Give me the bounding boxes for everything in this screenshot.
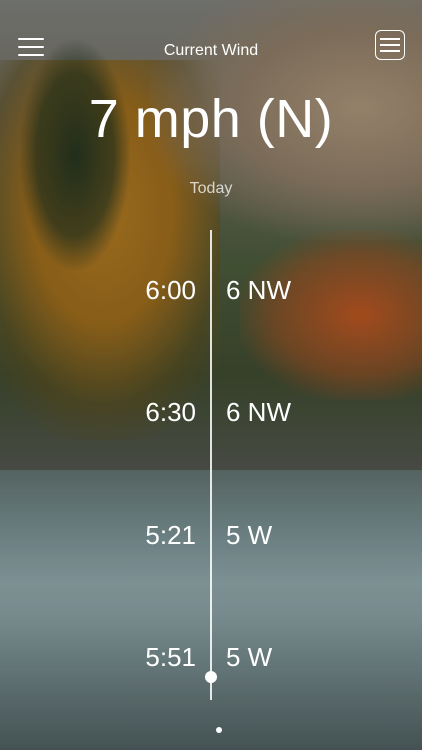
reading-wind: 5 W [226,642,273,672]
reading-time: 6:00 [145,275,196,305]
timeline-slider-handle[interactable] [205,671,217,683]
reading-time: 5:21 [145,520,196,550]
reading-wind: 6 NW [226,275,291,305]
list-icon[interactable] [375,30,405,60]
reading-wind: 5 W [226,520,273,550]
reading-time: 6:30 [145,397,196,427]
page-indicator-dot [216,727,222,733]
timeline-line [210,230,212,700]
reading-wind: 6 NW [226,397,291,427]
page-title: Current Wind [163,42,259,59]
reading-time: 5:51 [145,642,196,672]
day-label: Today [189,180,233,197]
current-wind-value: 7 mph (N) [88,89,334,149]
